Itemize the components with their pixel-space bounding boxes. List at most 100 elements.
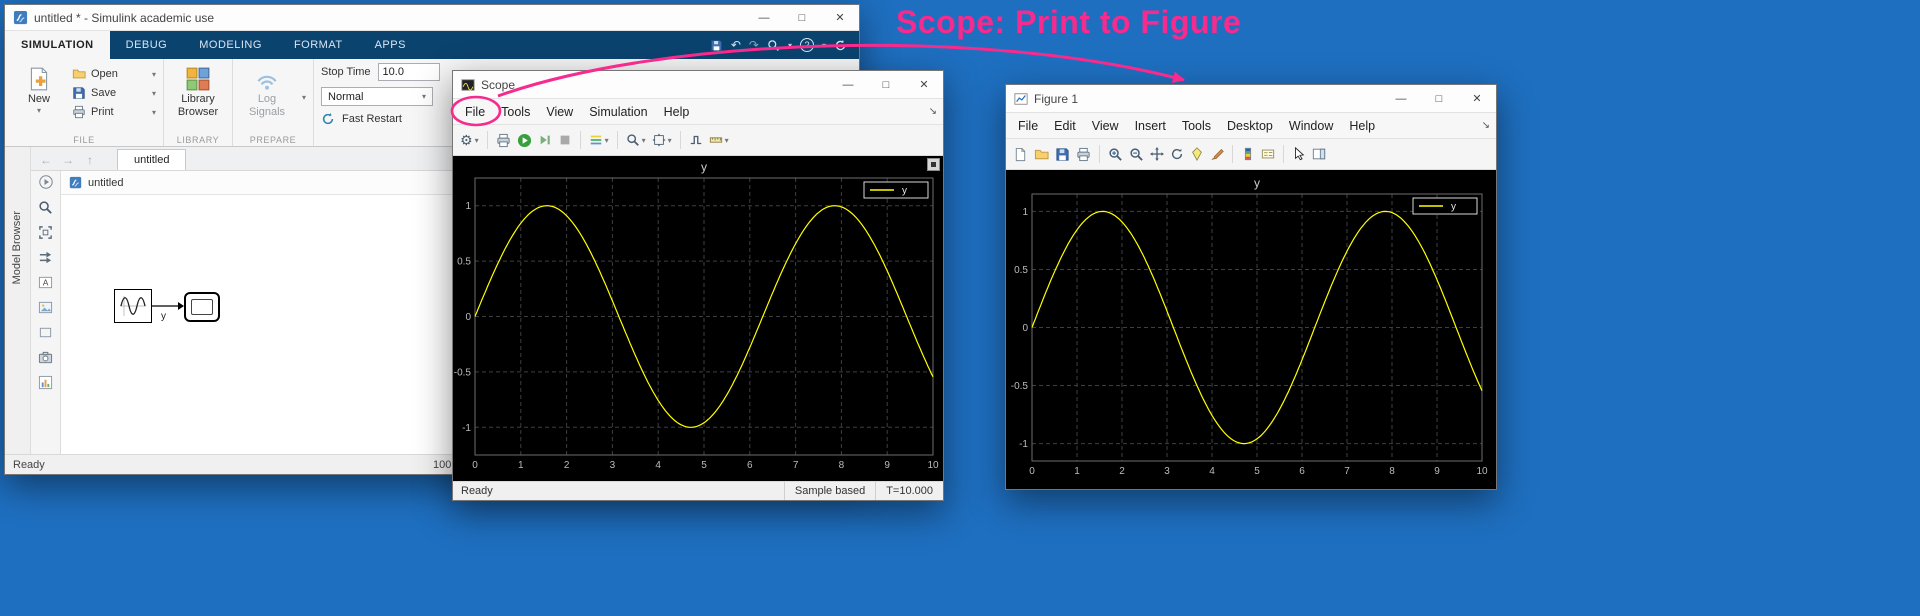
x-tick-label: 9 xyxy=(1434,466,1440,477)
sync-icon[interactable] xyxy=(834,39,847,52)
sine-wave-block[interactable] xyxy=(114,289,152,323)
help-dropdown-icon[interactable]: ▾ xyxy=(822,41,826,50)
image-icon[interactable] xyxy=(38,300,53,315)
menu-view[interactable]: View xyxy=(1084,113,1127,138)
scope-chart[interactable]: 0 1 2 3 4 5 6 7 8 9 10 -1 -0.5 0 0.5 1 y y xyxy=(453,156,943,481)
menu-tools[interactable]: Tools xyxy=(1174,113,1219,138)
stop-time-input[interactable] xyxy=(377,63,440,81)
library-browser-button[interactable]: Library Browser xyxy=(171,64,225,130)
maximize-button[interactable]: □ xyxy=(867,71,905,98)
quick-access-dropdown-icon[interactable]: ▾ xyxy=(788,41,792,50)
minimize-button[interactable]: — xyxy=(745,5,783,30)
zoom-icon[interactable] xyxy=(38,200,53,215)
menu-desktop[interactable]: Desktop xyxy=(1219,113,1281,138)
tab-format[interactable]: FORMAT xyxy=(278,31,359,59)
zoom-out-button[interactable] xyxy=(1128,146,1145,163)
measurements-button[interactable]: ▾ xyxy=(708,132,730,148)
save-figure-button[interactable] xyxy=(1054,146,1071,163)
maximize-button[interactable]: □ xyxy=(783,5,821,30)
show-model-browser-button[interactable] xyxy=(38,174,54,190)
menu-file[interactable]: File xyxy=(1010,113,1046,138)
brush-button[interactable] xyxy=(1209,146,1225,162)
open-file-button[interactable] xyxy=(1033,146,1050,163)
tab-simulation[interactable]: SIMULATION xyxy=(5,31,110,59)
stop-button[interactable] xyxy=(557,132,573,148)
minimize-button[interactable]: — xyxy=(1382,85,1420,112)
signal-style-button[interactable]: ▾ xyxy=(588,132,610,148)
menu-view[interactable]: View xyxy=(538,99,581,124)
run-button[interactable] xyxy=(516,132,533,149)
close-button[interactable]: ✕ xyxy=(821,5,859,30)
menu-window[interactable]: Window xyxy=(1281,113,1341,138)
rotate-3d-button[interactable] xyxy=(1169,146,1185,162)
zoom-in-button[interactable] xyxy=(1107,146,1124,163)
undo-icon[interactable]: ↶ xyxy=(731,39,741,51)
model-browser-strip[interactable]: Model Browser xyxy=(5,147,31,454)
tab-apps[interactable]: APPS xyxy=(359,31,422,59)
back-icon[interactable]: ← xyxy=(35,153,57,170)
menu-edit[interactable]: Edit xyxy=(1046,113,1084,138)
print-button[interactable] xyxy=(495,132,512,149)
up-icon[interactable]: ↑ xyxy=(79,153,101,170)
scope-status-text: Ready xyxy=(461,485,493,497)
menu-insert[interactable]: Insert xyxy=(1127,113,1174,138)
menu-file[interactable]: File xyxy=(457,99,493,124)
simulink-titlebar[interactable]: untitled * - Simulink academic use — □ ✕ xyxy=(5,5,859,31)
editor-tab-untitled[interactable]: untitled xyxy=(117,149,187,170)
step-forward-button[interactable] xyxy=(537,132,553,148)
forward-icon[interactable]: → xyxy=(57,153,79,170)
x-tick-label: 3 xyxy=(1164,466,1170,477)
fit-view-icon[interactable] xyxy=(38,225,53,240)
tab-modeling[interactable]: MODELING xyxy=(183,31,278,59)
open-button[interactable]: Open ▾ xyxy=(72,67,156,81)
camera-icon[interactable] xyxy=(38,350,53,365)
menubar-corner-icon[interactable]: ↘ xyxy=(1482,120,1490,131)
save-button[interactable]: Save ▾ xyxy=(72,86,156,100)
edit-plot-button[interactable] xyxy=(1291,146,1307,162)
menu-help[interactable]: Help xyxy=(1341,113,1383,138)
viewer-chart-icon[interactable] xyxy=(38,375,53,390)
scope-block-screen xyxy=(191,299,213,315)
plot-browser-button[interactable] xyxy=(1311,146,1327,162)
trigger-button[interactable] xyxy=(688,132,704,148)
figure-titlebar[interactable]: Figure 1 — □ ✕ xyxy=(1006,85,1496,113)
simulation-mode-select[interactable]: Normal ▾ xyxy=(321,87,434,106)
settings-button[interactable]: ⚙ ▾ xyxy=(459,132,480,148)
menu-tools[interactable]: Tools xyxy=(493,99,538,124)
model-name[interactable]: untitled xyxy=(88,177,123,189)
search-icon[interactable] xyxy=(767,39,780,52)
maximize-axes-button[interactable] xyxy=(927,158,940,171)
close-button[interactable]: ✕ xyxy=(905,71,943,98)
update-diagram-icon[interactable] xyxy=(38,250,53,265)
zoom-button[interactable]: ▾ xyxy=(625,132,647,148)
print-figure-button[interactable] xyxy=(1075,146,1092,163)
menu-help[interactable]: Help xyxy=(656,99,698,124)
tab-debug[interactable]: DEBUG xyxy=(110,31,184,59)
annotation-icon[interactable] xyxy=(38,275,53,290)
help-icon[interactable]: ? xyxy=(799,38,814,52)
prepare-gallery-dropdown-icon[interactable]: ▾ xyxy=(302,93,306,102)
log-signals-button[interactable]: Log Signals xyxy=(240,64,294,130)
y-tick-label: -0.5 xyxy=(1011,381,1029,392)
redo-icon[interactable]: ↷ xyxy=(749,39,759,51)
menubar-corner-icon[interactable]: ↘ xyxy=(929,106,937,117)
insert-colorbar-button[interactable] xyxy=(1240,146,1256,162)
area-box-icon[interactable] xyxy=(38,325,53,340)
figure-chart[interactable]: 0 1 2 3 4 5 6 7 8 9 10 -1 -0.5 0 0.5 1 y y xyxy=(1006,170,1496,489)
menu-simulation[interactable]: Simulation xyxy=(581,99,655,124)
insert-legend-button[interactable] xyxy=(1260,146,1276,162)
maximize-button[interactable]: □ xyxy=(1420,85,1458,112)
fast-restart-button[interactable]: Fast Restart xyxy=(321,112,440,126)
print-button[interactable]: Print ▾ xyxy=(72,105,156,119)
pan-button[interactable] xyxy=(1149,146,1165,162)
scope-block[interactable] xyxy=(184,292,220,322)
new-figure-button[interactable] xyxy=(1012,146,1029,163)
scope-titlebar[interactable]: Scope — □ ✕ xyxy=(453,71,943,99)
close-button[interactable]: ✕ xyxy=(1458,85,1496,112)
model-browser-label: Model Browser xyxy=(11,211,23,285)
save-icon[interactable] xyxy=(710,39,723,52)
new-button[interactable]: New ▾ xyxy=(12,64,66,130)
data-cursor-button[interactable] xyxy=(1189,146,1205,162)
scale-axes-button[interactable]: ▾ xyxy=(651,132,673,148)
minimize-button[interactable]: — xyxy=(829,71,867,98)
